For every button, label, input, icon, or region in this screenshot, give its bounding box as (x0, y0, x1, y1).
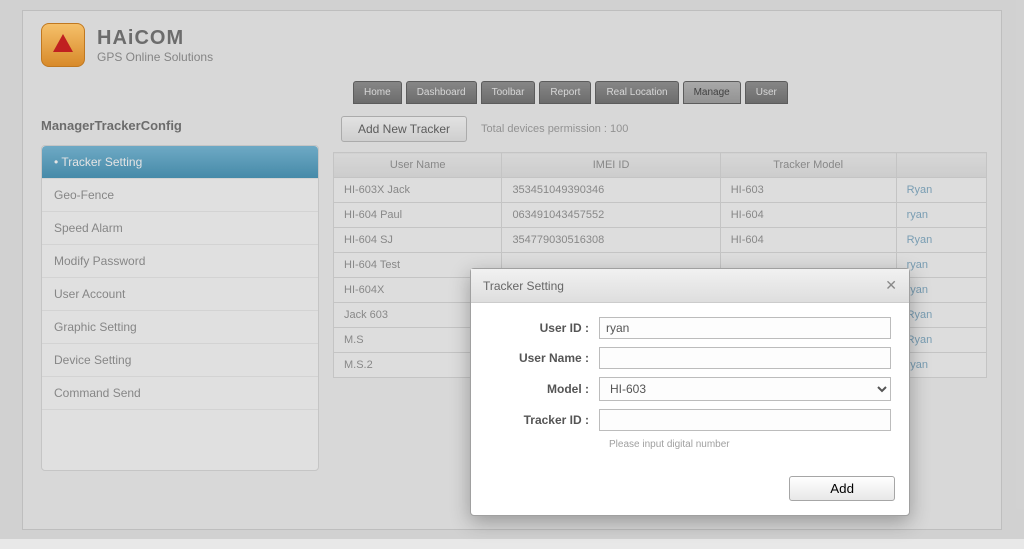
tab-toolbar[interactable]: Toolbar (481, 81, 536, 104)
table-cell: Ryan (896, 228, 986, 253)
tab-report[interactable]: Report (539, 81, 591, 104)
tab-real-location[interactable]: Real Location (595, 81, 678, 104)
sidebar-item-tracker-setting[interactable]: • Tracker Setting (42, 146, 318, 179)
logo (41, 23, 85, 67)
sidebar-item-user-account[interactable]: User Account (42, 278, 318, 311)
close-icon[interactable]: ✕ (885, 277, 897, 294)
table-cell: Ryan (896, 178, 986, 203)
user-id-label: User ID : (489, 321, 599, 335)
table-cell: 063491043457552 (502, 203, 720, 228)
model-label: Model : (489, 382, 599, 396)
sidebar-item-graphic-setting[interactable]: Graphic Setting (42, 311, 318, 344)
sidebar-item-speed-alarm[interactable]: Speed Alarm (42, 212, 318, 245)
table-row[interactable]: HI-604 Paul063491043457552HI-604ryan (334, 203, 987, 228)
tracker-id-input[interactable] (599, 409, 891, 431)
table-cell: HI-603 (720, 178, 896, 203)
table-cell: 353451049390346 (502, 178, 720, 203)
header: HAiCOM GPS Online Solutions (23, 11, 1001, 75)
table-cell: ryan (896, 203, 986, 228)
dialog-title: Tracker Setting (483, 279, 564, 293)
table-header: IMEI ID (502, 153, 720, 178)
breadcrumb: ManagerTrackerConfig (41, 108, 319, 145)
dialog-titlebar: Tracker Setting ✕ (471, 269, 909, 303)
sidebar: ManagerTrackerConfig • Tracker SettingGe… (23, 104, 333, 485)
brand-name: HAiCOM (97, 27, 213, 50)
user-name-input[interactable] (599, 347, 891, 369)
table-cell: HI-604 SJ (334, 228, 502, 253)
tab-manage[interactable]: Manage (683, 81, 741, 104)
sidebar-item-geo-fence[interactable]: Geo-Fence (42, 179, 318, 212)
tab-dashboard[interactable]: Dashboard (406, 81, 477, 104)
table-cell: 354779030516308 (502, 228, 720, 253)
brand-sub: GPS Online Solutions (97, 50, 213, 64)
model-select[interactable]: HI-603 (599, 377, 891, 401)
table-row[interactable]: HI-604 SJ354779030516308HI-604Ryan (334, 228, 987, 253)
user-name-label: User Name : (489, 351, 599, 365)
sidebar-list: • Tracker SettingGeo-FenceSpeed AlarmMod… (41, 145, 319, 471)
user-id-input[interactable] (599, 317, 891, 339)
table-cell: HI-604 Paul (334, 203, 502, 228)
tracker-id-label: Tracker ID : (489, 413, 599, 427)
table-row[interactable]: HI-603X Jack353451049390346HI-603Ryan (334, 178, 987, 203)
sidebar-item-device-setting[interactable]: Device Setting (42, 344, 318, 377)
table-header: User Name (334, 153, 502, 178)
table-header: Tracker Model (720, 153, 896, 178)
tab-user[interactable]: User (745, 81, 788, 104)
table-cell: HI-604 (720, 228, 896, 253)
tracker-setting-dialog: Tracker Setting ✕ User ID : User Name : … (470, 268, 910, 516)
table-cell: HI-603X Jack (334, 178, 502, 203)
tab-home[interactable]: Home (353, 81, 402, 104)
device-permission-label: Total devices permission : 100 (481, 123, 628, 135)
dialog-add-button[interactable]: Add (789, 476, 895, 501)
main-tabs: HomeDashboardToolbarReportReal LocationM… (353, 81, 1001, 104)
sidebar-item-modify-password[interactable]: Modify Password (42, 245, 318, 278)
tracker-id-note: Please input digital number (609, 439, 891, 450)
table-cell: HI-604 (720, 203, 896, 228)
toolbar: Add New Tracker Total devices permission… (333, 108, 987, 152)
table-header (896, 153, 986, 178)
sidebar-item-command-send[interactable]: Command Send (42, 377, 318, 410)
add-new-tracker-button[interactable]: Add New Tracker (341, 116, 467, 142)
